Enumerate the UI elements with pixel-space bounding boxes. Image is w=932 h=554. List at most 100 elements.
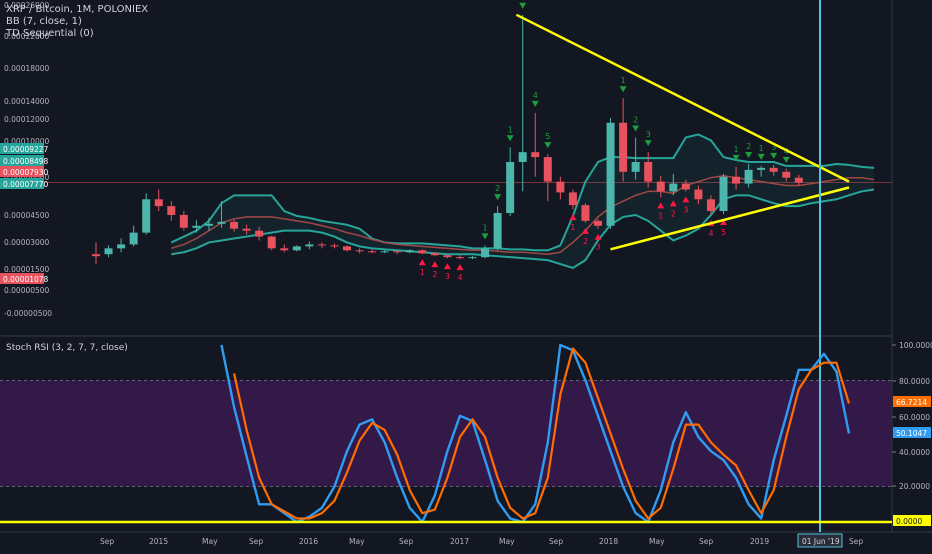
time-axis-tick: 2018 <box>599 537 618 546</box>
time-axis-tick: May <box>202 537 218 546</box>
price-label-badge: 0.00008498 <box>0 155 49 166</box>
td-indicator-label[interactable]: TD Sequential (0) <box>6 28 148 40</box>
td-buy-count: 2 <box>432 270 437 279</box>
time-axis-tick: May <box>649 537 665 546</box>
chart-svg[interactable]: 121245123121341234123123450.000260000.00… <box>0 0 932 550</box>
candle-body <box>443 255 452 258</box>
stoch-axis-tick: 60.0000 <box>899 413 930 422</box>
time-axis-tick: Sep <box>399 537 413 546</box>
candle-body <box>581 205 590 221</box>
td-sell-count: 1 <box>734 145 739 154</box>
time-axis-tick: 2017 <box>450 537 469 546</box>
td-sell-count: 4 <box>533 91 538 100</box>
candle-body <box>769 167 778 172</box>
price-label-badge: 0.00009227 <box>0 143 49 154</box>
time-cursor-label: 01 Jun '19 <box>797 533 843 548</box>
td-sell-count: 2 <box>520 0 525 2</box>
price-label-text: 0.00007930 <box>3 168 49 177</box>
candle <box>606 117 615 229</box>
stoch-overbought-oversold-band <box>0 380 892 487</box>
candle-body <box>355 250 364 252</box>
candle-body <box>719 176 728 212</box>
price-label-badge: 0.00001078 <box>0 273 49 284</box>
td-sell-count: 3 <box>646 130 651 139</box>
stoch-value-text: 0.0000 <box>896 517 922 526</box>
candle-body <box>619 122 628 172</box>
candle-body <box>204 223 213 226</box>
time-axis-tick: Sep <box>549 537 563 546</box>
candle-body <box>267 236 276 249</box>
symbol-title[interactable]: XRP / Bitcoin, 1M, POLONIEX <box>6 4 148 16</box>
candle-body <box>405 250 414 253</box>
candle-body <box>694 189 703 200</box>
candle <box>142 193 151 235</box>
td-buy-count: 1 <box>570 223 575 232</box>
candle-body <box>129 232 138 245</box>
candle-body <box>568 192 577 206</box>
stoch-value-badge: 0.0000 <box>893 515 931 526</box>
candle-body <box>192 225 201 228</box>
candle-body <box>556 181 565 193</box>
td-sell-count: 2 <box>746 142 751 151</box>
candle-body <box>430 253 439 256</box>
price-label-text: 0.00009227 <box>3 145 49 154</box>
td-buy-count: 1 <box>658 211 663 220</box>
candle-body <box>230 221 239 229</box>
td-buy-count: 2 <box>671 209 676 218</box>
td-buy-count: 1 <box>420 268 425 277</box>
candle-body <box>455 257 464 259</box>
candle-body <box>380 251 389 253</box>
time-axis-tick: Sep <box>699 537 713 546</box>
price-label-text: 0.00007770 <box>3 180 49 189</box>
time-axis-tick: 2019 <box>750 537 769 546</box>
chart-root: XRP / Bitcoin, 1M, POLONIEX BB (7, close… <box>0 0 932 550</box>
price-axis-tick: 0.00004500 <box>4 211 50 220</box>
candle-body <box>481 248 490 258</box>
candle-body <box>631 161 640 172</box>
candle-body <box>418 250 427 254</box>
price-axis-tick: 0.00003000 <box>4 238 50 247</box>
candle-body <box>305 244 314 247</box>
candle-body <box>644 161 653 182</box>
candle-body <box>117 244 126 249</box>
candle-body <box>732 176 741 184</box>
candle-body <box>255 230 264 237</box>
price-axis-tick: 0.00018000 <box>4 64 50 73</box>
candle-body <box>179 214 188 228</box>
time-axis-tick: Sep <box>849 537 863 546</box>
stoch-axis-tick: 80.0000 <box>899 377 930 386</box>
price-label-text: 0.00008498 <box>3 157 49 166</box>
stoch-value-badge: 50.1047 <box>893 427 931 438</box>
td-sell-count: 1 <box>483 223 488 232</box>
candle-body <box>343 246 351 251</box>
td-sell-count: 1 <box>621 76 626 85</box>
candle-body <box>506 161 515 214</box>
price-axis-tick: 0.00014000 <box>4 97 50 106</box>
time-axis-tick: May <box>349 537 365 546</box>
time-axis-tick: Sep <box>100 537 114 546</box>
candle-body <box>92 254 100 257</box>
candle-body <box>531 152 540 158</box>
td-sell-count: 1 <box>759 144 764 153</box>
candle-body <box>167 206 176 215</box>
candle-body <box>142 199 151 233</box>
candle-body <box>606 122 615 226</box>
candle-body <box>782 171 791 178</box>
candle <box>267 235 276 251</box>
candle <box>581 203 590 223</box>
td-buy-count: 3 <box>683 205 688 214</box>
stoch-value-badge: 66.7214 <box>893 396 931 407</box>
candle-body <box>681 183 690 190</box>
candle-body <box>669 183 678 192</box>
price-axis-tick: 0.00012000 <box>4 115 50 124</box>
candle-body <box>104 248 113 255</box>
td-buy-count: 4 <box>708 229 713 238</box>
candle-body <box>656 181 665 192</box>
candle-body <box>242 228 251 231</box>
time-axis-tick: 2016 <box>299 537 318 546</box>
candle-body <box>368 251 377 253</box>
stoch-indicator-label[interactable]: Stoch RSI (3, 2, 7, 7, close) <box>6 342 128 354</box>
stoch-value-text: 50.1047 <box>896 429 927 438</box>
bb-indicator-label[interactable]: BB (7, close, 1) <box>6 16 148 28</box>
td-sell-count: 2 <box>633 115 638 124</box>
